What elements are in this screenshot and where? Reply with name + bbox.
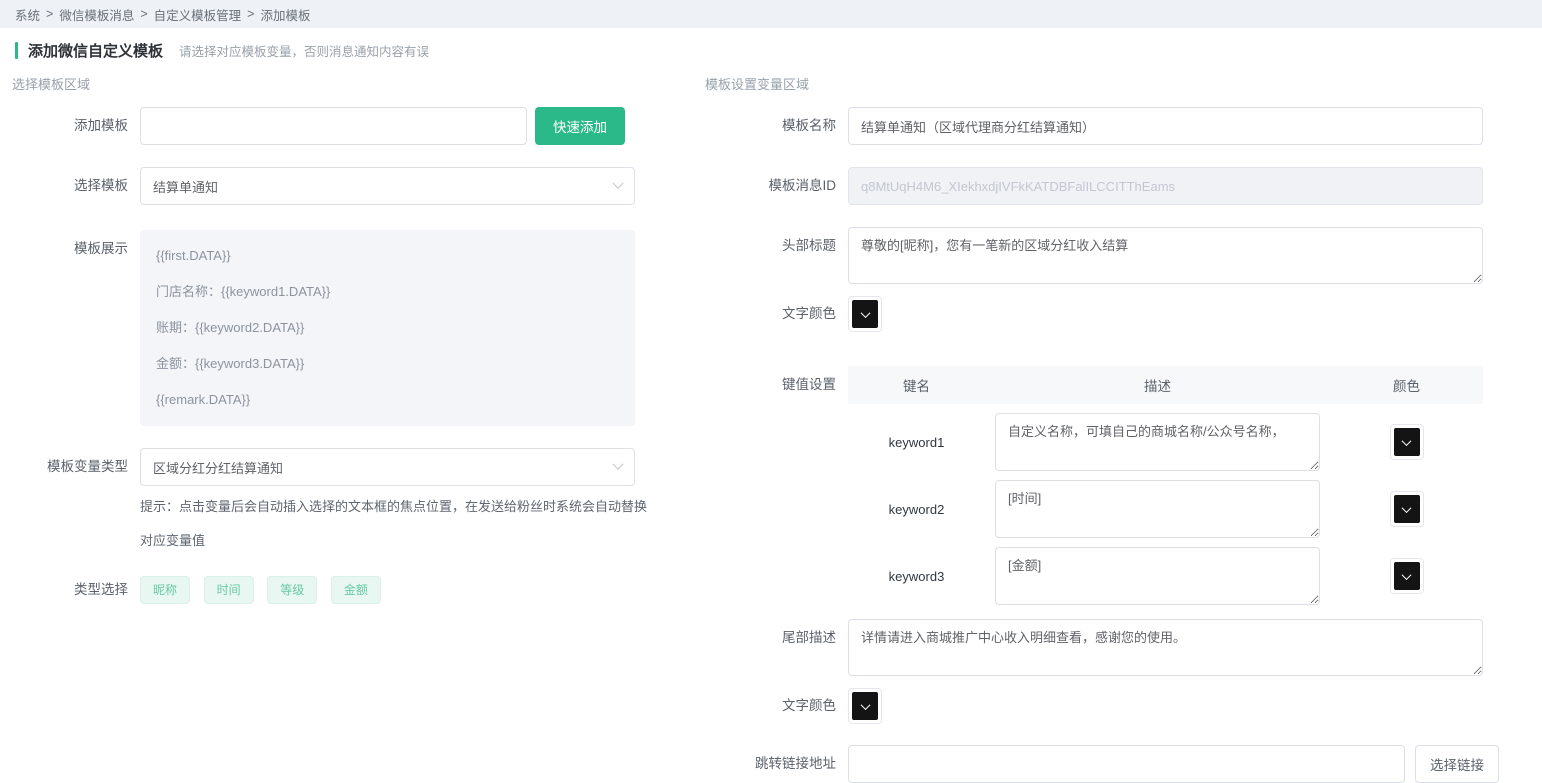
kv-table: 键名 描述 颜色 keyword1 自定义名称，可填自己的商城名称/公众号名称，…: [848, 366, 1483, 605]
template-preview-line: {{remark.DATA}}: [156, 382, 619, 418]
breadcrumb: 系统 > 微信模板消息 > 自定义模板管理 > 添加模板: [0, 0, 1542, 28]
kv-key-label: keyword2: [848, 502, 985, 517]
breadcrumb-separator: >: [140, 7, 147, 21]
kv-desc-textarea-keyword3[interactable]: [金额]: [995, 547, 1320, 605]
select-template-label: 选择模板: [12, 167, 140, 205]
kv-table-header: 键名 描述 颜色: [848, 366, 1483, 404]
breadcrumb-item-wechat-template-message[interactable]: 微信模板消息: [59, 5, 134, 24]
kv-color-picker-keyword2[interactable]: [1390, 491, 1424, 527]
kv-row-keyword2: keyword2 [时间]: [848, 480, 1483, 538]
variable-type-select-value: 区域分红分红结算通知: [153, 458, 283, 477]
header-title-textarea[interactable]: 尊敬的[昵称]，您有一笔新的区域分红收入结算: [848, 227, 1483, 284]
quick-add-button[interactable]: 快速添加: [535, 107, 625, 145]
template-preview-line: 账期：{{keyword2.DATA}}: [156, 310, 619, 346]
text-color-label: 文字颜色: [705, 688, 848, 724]
chevron-down-icon: [1402, 503, 1412, 513]
footer-desc-textarea[interactable]: 详情请进入商城推广中心收入明细查看，感谢您的使用。: [848, 619, 1483, 676]
kv-desc-textarea-keyword1[interactable]: 自定义名称，可填自己的商城名称/公众号名称，: [995, 413, 1320, 471]
select-template-section: 选择模板区域 添加模板 快速添加 选择模板 结算单通知 模板展示 {{first…: [0, 61, 690, 604]
variable-type-select[interactable]: 区域分红分红结算通知: [140, 448, 635, 486]
type-tag-level[interactable]: 等级: [267, 576, 317, 604]
chevron-down-icon: [612, 459, 623, 470]
breadcrumb-separator: >: [46, 7, 53, 21]
breadcrumb-separator: >: [247, 7, 254, 21]
breadcrumb-item-custom-template-manage[interactable]: 自定义模板管理: [154, 5, 242, 24]
template-select-value: 结算单通知: [153, 177, 218, 196]
template-preview-line: {{first.DATA}}: [156, 238, 619, 274]
template-preview-line: 金额：{{keyword3.DATA}}: [156, 346, 619, 382]
header-title-label: 头部标题: [705, 227, 848, 265]
chevron-down-icon: [1402, 570, 1412, 580]
variable-tip: 提示：点击变量后会自动插入选择的文本框的焦点位置，在发送给粉丝时系统会自动替换对…: [140, 490, 650, 558]
type-tag-time[interactable]: 时间: [204, 576, 254, 604]
type-select-label: 类型选择: [12, 576, 140, 604]
link-url-input[interactable]: [848, 745, 1405, 783]
kv-color-picker-keyword3[interactable]: [1390, 558, 1424, 594]
template-preview-line: 门店名称：{{keyword1.DATA}}: [156, 274, 619, 310]
breadcrumb-item-system[interactable]: 系统: [15, 5, 40, 24]
text-color-picker[interactable]: [848, 296, 882, 332]
template-name-label: 模板名称: [705, 107, 848, 145]
kv-row-keyword3: keyword3 [金额]: [848, 547, 1483, 605]
kv-color-picker-keyword1[interactable]: [1390, 424, 1424, 460]
link-url-label: 跳转链接地址: [705, 745, 848, 783]
select-link-button[interactable]: 选择链接: [1415, 745, 1499, 783]
text-color-label: 文字颜色: [705, 296, 848, 332]
chevron-down-icon: [860, 308, 870, 318]
type-tag-amount[interactable]: 金额: [331, 576, 381, 604]
template-preview-label: 模板展示: [12, 230, 140, 268]
kv-key-label: keyword1: [848, 435, 985, 450]
breadcrumb-item-add-template: 添加模板: [260, 5, 310, 24]
page-header: 添加微信自定义模板 请选择对应模板变量，否则消息通知内容有误: [15, 40, 1527, 61]
type-tag-list: 昵称 时间 等级 金额: [140, 576, 391, 604]
add-template-input[interactable]: [140, 107, 527, 145]
type-tag-nickname[interactable]: 昵称: [140, 576, 190, 604]
kv-row-keyword1: keyword1 自定义名称，可填自己的商城名称/公众号名称，: [848, 413, 1483, 471]
chevron-down-icon: [860, 700, 870, 710]
kv-col-key: 键名: [848, 375, 985, 395]
right-section-title: 模板设置变量区域: [705, 74, 1542, 92]
template-preview-box: {{first.DATA}} 门店名称：{{keyword1.DATA}} 账期…: [140, 230, 635, 426]
left-section-title: 选择模板区域: [12, 74, 690, 92]
template-name-input[interactable]: [848, 107, 1483, 145]
template-id-label: 模板消息ID: [705, 167, 848, 205]
kv-settings-label: 键值设置: [705, 366, 848, 404]
template-variable-section: 模板设置变量区域 模板名称 模板消息ID 头部标题 尊敬的[昵称]，您有一笔新的…: [690, 61, 1542, 783]
page-title: 添加微信自定义模板: [28, 40, 163, 61]
chevron-down-icon: [612, 178, 623, 189]
page-subtitle: 请选择对应模板变量，否则消息通知内容有误: [179, 41, 429, 60]
footer-desc-label: 尾部描述: [705, 619, 848, 657]
kv-col-desc: 描述: [985, 375, 1330, 395]
template-select[interactable]: 结算单通知: [140, 167, 635, 205]
footer-text-color-picker[interactable]: [848, 688, 882, 724]
add-template-label: 添加模板: [12, 107, 140, 145]
chevron-down-icon: [1402, 436, 1412, 446]
kv-col-color: 颜色: [1330, 375, 1483, 395]
section-accent-bar: [15, 42, 18, 59]
template-id-input: [848, 167, 1483, 205]
variable-type-label: 模板变量类型: [12, 448, 140, 486]
kv-desc-textarea-keyword2[interactable]: [时间]: [995, 480, 1320, 538]
kv-key-label: keyword3: [848, 569, 985, 584]
